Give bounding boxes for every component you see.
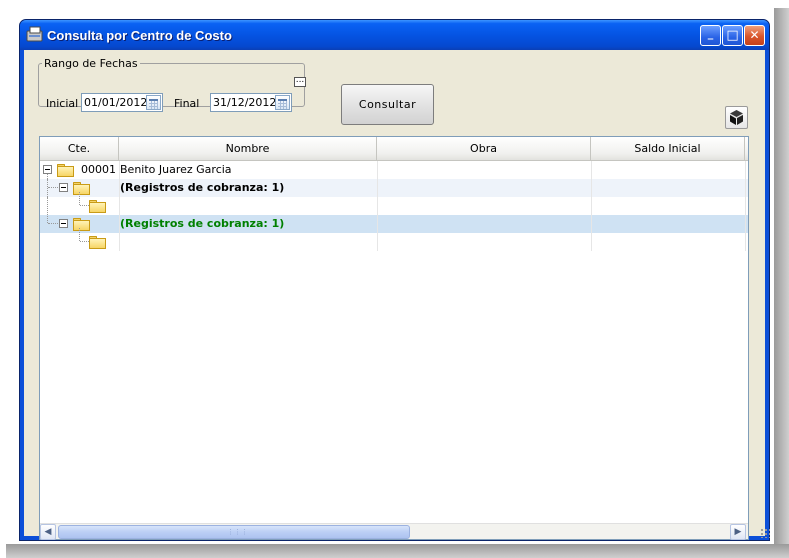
start-date-input[interactable]: 01/01/2012 — [81, 93, 163, 112]
end-date-input[interactable]: 31/12/2012 — [210, 93, 292, 112]
cell-saldo — [592, 197, 744, 215]
horizontal-scrollbar[interactable]: ◀ ⋮⋮⋮ ▶ — [40, 523, 748, 540]
ellipsis-button[interactable]: ... — [294, 76, 306, 87]
cell-saldo — [592, 161, 744, 179]
column-divider — [745, 161, 746, 251]
end-date-value: 31/12/2012 — [213, 96, 277, 109]
folder-icon — [89, 200, 106, 213]
column-divider — [377, 161, 378, 251]
scroll-thumb[interactable]: ⋮⋮⋮ — [58, 525, 410, 539]
scroll-left-button[interactable]: ◀ — [40, 524, 56, 540]
date-range-legend: Rango de Fechas — [42, 57, 140, 70]
collapse-icon[interactable] — [43, 165, 52, 174]
tree-line — [80, 205, 89, 206]
tree-line — [79, 228, 80, 241]
tree-line — [48, 223, 58, 224]
window-shadow-right — [774, 8, 789, 558]
main-window: Consulta por Centro de Costo _ □ ✕ Rango… — [19, 19, 770, 541]
cell-nombre: (Registros de cobranza: 1) — [120, 217, 285, 230]
tree-line — [48, 187, 58, 188]
column-divider — [119, 161, 120, 251]
column-header-obra[interactable]: Obra — [377, 137, 591, 161]
start-date-value: 01/01/2012 — [84, 96, 148, 109]
minimize-icon: _ — [707, 27, 714, 40]
grip-icon: ⋮⋮⋮ — [227, 528, 248, 536]
close-button[interactable]: ✕ — [744, 25, 765, 46]
folder-icon — [57, 164, 74, 177]
cell-saldo — [592, 179, 744, 197]
cell-nombre — [120, 233, 375, 251]
minimize-button[interactable]: _ — [700, 25, 721, 46]
cell-nombre: Benito Juarez Garcia — [120, 163, 232, 176]
column-header-cte[interactable]: Cte. — [40, 137, 119, 161]
maximize-icon: □ — [726, 28, 739, 43]
calendar-icon[interactable] — [275, 95, 290, 110]
results-grid[interactable]: Cte. Nombre Obra Saldo Inicial 00001 Ben… — [39, 136, 749, 540]
column-header-nombre[interactable]: Nombre — [119, 137, 377, 161]
table-row[interactable]: 00001 Benito Juarez Garcia — [40, 161, 748, 179]
cell-cte: 00001 — [81, 163, 116, 176]
window-shadow-bottom — [6, 544, 789, 558]
column-header-saldo-inicial[interactable]: Saldo Inicial — [591, 137, 745, 161]
tree-line — [80, 241, 89, 242]
table-row-selected[interactable]: (Registros de cobranza: 1) — [40, 197, 748, 233]
cell-saldo — [592, 233, 744, 251]
folder-icon — [89, 236, 106, 249]
window-title: Consulta por Centro de Costo — [47, 28, 232, 43]
cell-obra — [378, 161, 590, 179]
table-row[interactable]: (Registros de cobranza: 1) — [40, 174, 748, 197]
arrow-right-icon: ▶ — [734, 527, 742, 537]
cell-saldo — [592, 215, 744, 233]
window-client-area: Rango de Fechas Inicial 01/01/2012 Final… — [24, 50, 770, 540]
scroll-right-button[interactable]: ▶ — [730, 524, 746, 540]
maximize-button[interactable]: □ — [722, 25, 743, 46]
grid-header: Cte. Nombre Obra Saldo Inicial — [40, 137, 748, 161]
table-row[interactable] — [40, 179, 748, 215]
calendar-icon[interactable] — [146, 95, 161, 110]
consultar-button[interactable]: Consultar — [341, 84, 434, 125]
cell-cte — [81, 215, 117, 233]
cell-obra — [378, 215, 590, 233]
cell-obra — [378, 179, 590, 197]
export-button[interactable] — [725, 106, 748, 129]
cube-icon — [729, 110, 744, 125]
resize-grip-icon[interactable] — [760, 528, 770, 538]
column-divider — [591, 161, 592, 251]
cell-nombre: (Registros de cobranza: 1) — [120, 181, 285, 194]
collapse-icon[interactable] — [59, 183, 68, 192]
end-date-label: Final — [174, 97, 200, 110]
title-bar[interactable]: Consulta por Centro de Costo _ □ ✕ — [20, 20, 769, 50]
collapse-icon[interactable] — [59, 219, 68, 228]
close-icon: ✕ — [749, 28, 760, 42]
cell-obra — [378, 233, 590, 251]
cell-nombre — [120, 197, 375, 215]
table-row[interactable] — [40, 228, 748, 251]
start-date-label: Inicial — [46, 97, 79, 110]
cell-cte — [81, 179, 117, 197]
cell-obra — [378, 197, 590, 215]
tree-line — [79, 192, 80, 205]
tree-line — [47, 197, 48, 223]
app-icon — [26, 26, 43, 42]
arrow-left-icon: ◀ — [44, 527, 52, 537]
